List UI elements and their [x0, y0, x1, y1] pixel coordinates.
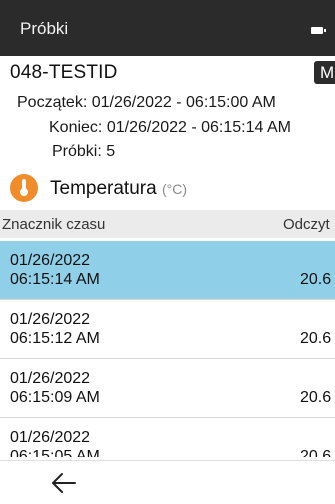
end-value: 01/26/2022 - 06:15:14 AM	[106, 119, 291, 136]
row-time: 06:15:09 AM	[10, 389, 100, 406]
table-row[interactable]: 01/26/2022 06:15:05 AM 20.6	[0, 418, 335, 457]
record-id: 048-TESTID	[10, 62, 118, 83]
start-value: 01/26/2022 - 06:15:00 AM	[91, 94, 276, 111]
samples-row: Próbki: 5	[52, 143, 115, 161]
samples-label: Próbki:	[52, 143, 102, 160]
row-time: 06:15:12 AM	[10, 330, 100, 347]
row-value: 20.6	[300, 448, 332, 457]
row-date: 01/26/2022	[10, 429, 91, 446]
app-header: Próbki	[0, 0, 335, 56]
back-button[interactable]	[49, 469, 81, 497]
row-value: 20.6	[300, 389, 332, 406]
end-label: Koniec:	[49, 119, 103, 136]
row-timestamp: 01/26/2022 06:15:12 AM	[10, 310, 100, 348]
column-header-reading: Odczyt	[283, 216, 330, 233]
table-row[interactable]: 01/26/2022 06:15:14 AM 20.6	[0, 241, 335, 300]
battery-icon	[311, 27, 326, 34]
start-label: Początek:	[17, 94, 88, 111]
row-value: 20.6	[300, 330, 332, 347]
table-row[interactable]: 01/26/2022 06:15:12 AM 20.6	[0, 300, 335, 359]
arrow-left-icon	[52, 473, 76, 493]
end-row: Koniec: 01/26/2022 - 06:15:14 AM	[49, 119, 291, 137]
samples-value: 5	[106, 143, 116, 160]
bottom-bar	[0, 460, 335, 504]
sensor-header: Temperatura (°C)	[10, 174, 335, 204]
table-header: Znacznik czasu Odczyt	[0, 210, 335, 238]
column-header-timestamp: Znacznik czasu	[2, 216, 106, 233]
start-row: Początek: 01/26/2022 - 06:15:00 AM	[17, 94, 276, 112]
row-value: 20.6	[300, 271, 332, 288]
thermometer-icon	[10, 174, 38, 202]
readings-list[interactable]: 01/26/2022 06:15:14 AM 20.6 01/26/2022 0…	[0, 241, 335, 457]
row-timestamp: 01/26/2022 06:15:09 AM	[10, 369, 100, 407]
sensor-name: Temperatura	[50, 178, 157, 199]
row-date: 01/26/2022	[10, 311, 91, 328]
mode-badge: M	[314, 61, 335, 84]
row-time: 06:15:05 AM	[10, 448, 100, 457]
row-timestamp: 01/26/2022 06:15:05 AM	[10, 428, 100, 457]
row-date: 01/26/2022	[10, 370, 91, 387]
row-timestamp: 01/26/2022 06:15:14 AM	[10, 251, 100, 289]
row-time: 06:15:14 AM	[10, 271, 100, 288]
page-title: Próbki	[20, 19, 69, 38]
sensor-unit: (°C)	[162, 181, 188, 197]
table-row[interactable]: 01/26/2022 06:15:09 AM 20.6	[0, 359, 335, 418]
row-date: 01/26/2022	[10, 252, 91, 269]
